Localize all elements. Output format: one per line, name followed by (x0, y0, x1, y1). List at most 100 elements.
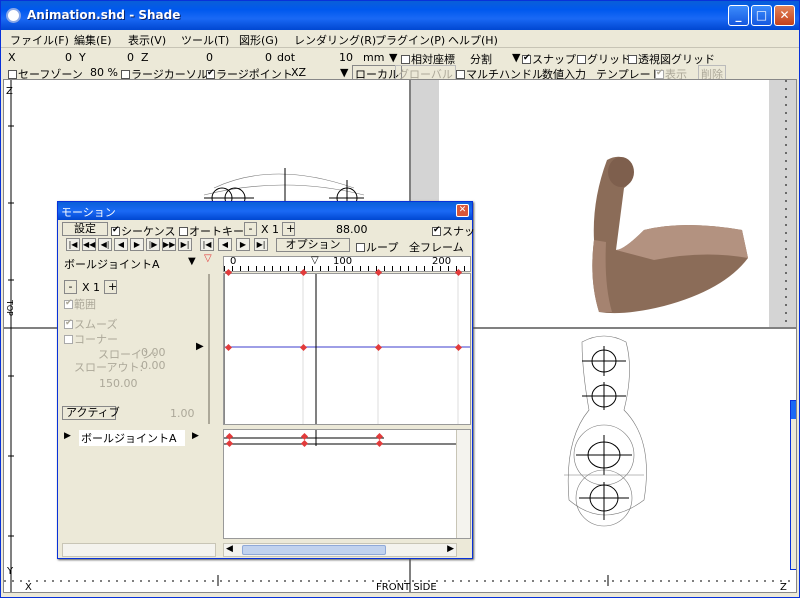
divide-dropdown-icon[interactable]: ▼ (512, 51, 520, 64)
current-frame-marker-icon: ▽ (204, 253, 212, 264)
key-minus-button[interactable]: - (64, 280, 77, 294)
dot-unit: dot (277, 51, 296, 64)
motion-graph[interactable] (223, 268, 471, 425)
smooth-label: スムーズ (74, 318, 118, 331)
menu-plugin[interactable]: プラグイン(P) (375, 32, 445, 48)
y-value[interactable]: 0 (127, 51, 134, 64)
menu-view[interactable]: 表示(V) (128, 32, 166, 48)
active-button[interactable]: アクティブ (62, 406, 120, 420)
track-expand-icon[interactable]: ▶ (64, 431, 71, 441)
scroll-left-icon[interactable]: ◀ (226, 544, 233, 554)
next-key-icon[interactable]: ▶ (236, 238, 250, 251)
range-checkbox[interactable]: 範囲 (64, 296, 96, 312)
option-button[interactable]: オプション (276, 238, 350, 252)
size-unit: mm (363, 51, 385, 64)
value-slider-handle-icon[interactable]: ▶ (196, 341, 204, 352)
playhead-icon[interactable]: ▽ (311, 255, 319, 266)
auto-key-checkbox[interactable]: オートキー (179, 223, 244, 239)
y-label: Y (79, 51, 86, 64)
local-dropdown-icon[interactable]: ▼ (340, 66, 348, 79)
menu-help[interactable]: ヘルプ(H) (448, 32, 498, 48)
step-back-icon[interactable]: ◀| (98, 238, 112, 251)
track-arrow-icon[interactable]: ▶ (192, 431, 199, 441)
slow-out-label: スローアウト: (74, 361, 144, 374)
checkbox-checked-icon (432, 225, 441, 236)
value-slider-track[interactable] (208, 274, 210, 424)
track-name[interactable]: ボールジョイントA (79, 430, 185, 446)
track-vertical-scrollbar[interactable] (456, 430, 470, 538)
size-unit-dropdown-icon[interactable]: ▼ (389, 51, 397, 64)
slow-in-value[interactable]: 0.00 (141, 346, 166, 359)
menu-file[interactable]: ファイル(F) (10, 32, 69, 48)
checkbox-icon (121, 70, 130, 79)
maximize-button[interactable]: □ (751, 5, 772, 26)
loop-checkbox[interactable]: ループ (356, 239, 398, 255)
menu-render[interactable]: レンダリング(R) (294, 32, 376, 48)
first-frame-icon[interactable]: |◀ (66, 238, 80, 251)
ruler-ticks (224, 266, 470, 271)
key-plus-button[interactable]: + (104, 280, 117, 294)
title-bar[interactable]: Animation.shd - Shade _ □ ✕ (1, 1, 799, 30)
active-value: 1.00 (170, 407, 195, 420)
arm-render-image (592, 156, 748, 314)
track-keyframes-svg (224, 430, 470, 446)
prev-key-first-icon[interactable]: |◀ (200, 238, 214, 251)
minimize-button[interactable]: _ (728, 5, 749, 26)
partial-dialog[interactable] (790, 400, 796, 570)
checkbox-icon (64, 335, 73, 344)
joint-dropdown-icon[interactable]: ▼ (188, 256, 196, 267)
left-scrollbar[interactable] (62, 543, 216, 557)
motion-dialog[interactable]: モーション ✕ 設定 シーケンス オートキー - X 1 + 88.00 スナッ… (57, 201, 475, 559)
scale-plus-button[interactable]: + (282, 222, 295, 236)
sequence-checkbox[interactable]: シーケンス (111, 223, 175, 239)
reverse-play-icon[interactable]: ◀ (114, 238, 128, 251)
axis-z-right-label: Z (780, 582, 787, 593)
last-frame-icon[interactable]: ▶| (178, 238, 192, 251)
dot-value[interactable]: 0 (265, 51, 272, 64)
scroll-right-icon[interactable]: ▶ (447, 544, 454, 554)
timeline-ruler[interactable]: 0 100 200 ▽ (223, 255, 471, 272)
menu-tools[interactable]: ツール(T) (181, 32, 229, 48)
checkbox-checked-icon (64, 298, 73, 309)
axis-x-label: X (25, 582, 32, 593)
scale-multiplier: X 1 (261, 223, 280, 236)
zoom-value[interactable]: 80 % (90, 66, 118, 79)
prev-key-icon[interactable]: ◀ (218, 238, 232, 251)
coordinate-toolbar: X 0 Y 0 Z 0 0 dot 10 mm ▼ 相対座標 分割 ▼ スナップ… (1, 50, 799, 66)
checkbox-checked-icon (111, 225, 120, 236)
slow-out-value[interactable]: 0.00 (141, 359, 166, 372)
z-value[interactable]: 0 (206, 51, 213, 64)
menu-edit[interactable]: 編集(E) (74, 32, 112, 48)
joint-select[interactable]: ボールジョイントA (64, 256, 160, 272)
motion-title[interactable]: モーション (58, 202, 472, 220)
range-label: 範囲 (74, 298, 96, 311)
motion-snap-checkbox[interactable]: スナッ (432, 223, 475, 239)
step-forward-icon[interactable]: |▶ (146, 238, 160, 251)
size-value[interactable]: 10 (339, 51, 353, 64)
checkbox-checked-icon (206, 68, 215, 79)
corner-label: コーナー (74, 333, 118, 346)
x-label: X (8, 51, 16, 64)
checkbox-icon (179, 227, 188, 236)
fast-forward-icon[interactable]: ▶▶ (162, 238, 176, 251)
current-frame-value[interactable]: 88.00 (336, 223, 368, 236)
settings-button[interactable]: 設定 (62, 222, 108, 236)
window-title: Animation.shd - Shade (27, 8, 181, 22)
next-key-last-icon[interactable]: ▶| (254, 238, 268, 251)
track-keyframes[interactable] (223, 429, 471, 539)
smooth-checkbox[interactable]: スムーズ (64, 316, 117, 332)
close-button[interactable]: ✕ (774, 5, 795, 26)
partial-dialog-titlebar[interactable] (791, 401, 796, 419)
motion-close-icon[interactable]: ✕ (456, 204, 469, 217)
checkbox-icon (628, 55, 637, 64)
x-value[interactable]: 0 (65, 51, 72, 64)
all-frames-button[interactable]: 全フレーム (409, 239, 464, 255)
corner-checkbox[interactable]: コーナー (64, 331, 118, 347)
scale-minus-button[interactable]: - (244, 222, 257, 236)
rewind-icon[interactable]: ◀◀ (82, 238, 96, 251)
timeline-scroll-thumb[interactable] (242, 545, 386, 555)
timeline-scrollbar[interactable]: ◀ ▶ (223, 543, 457, 557)
play-icon[interactable]: ▶ (130, 238, 144, 251)
menu-shape[interactable]: 図形(G) (239, 32, 278, 48)
shade-app-icon[interactable] (6, 8, 21, 23)
